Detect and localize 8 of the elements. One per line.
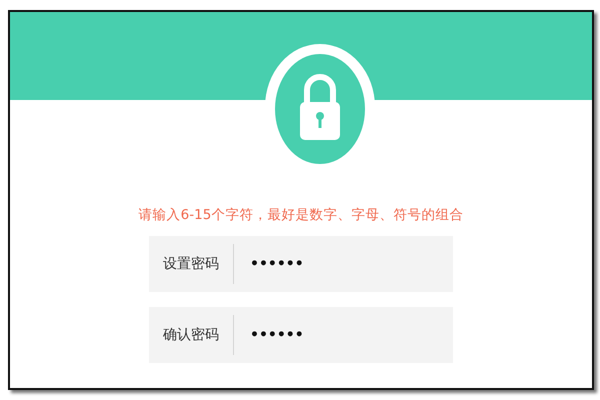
password-hint: 请输入6-15个字符，最好是数字、字母、符号的组合 — [138, 206, 464, 224]
password-value: •••••• — [249, 327, 304, 343]
password-value: •••••• — [249, 256, 304, 272]
password-field[interactable]: 确认密码 •••••• — [149, 307, 453, 363]
lock-badge-icon — [275, 54, 365, 164]
field-label: 设置密码 — [162, 255, 220, 273]
field-label: 确认密码 — [162, 326, 220, 344]
password-field[interactable]: 设置密码 •••••• — [149, 236, 453, 292]
